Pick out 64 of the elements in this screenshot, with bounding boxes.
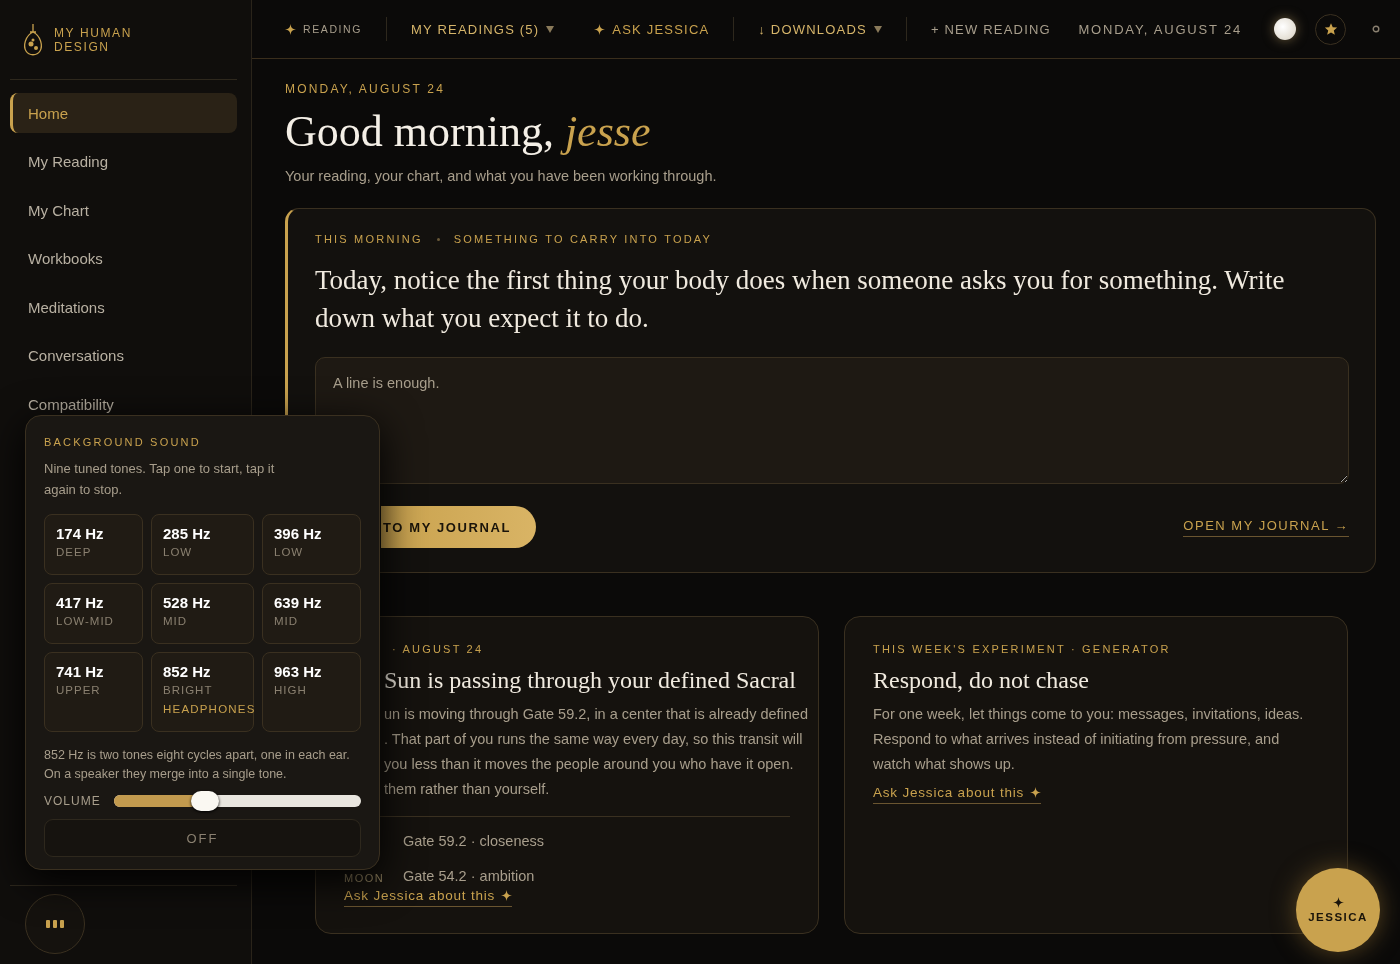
card-eyebrow: · AUGUST 24 <box>392 643 484 655</box>
tone-button[interactable]: 528 Hz MID <box>151 583 254 644</box>
sidebar-item[interactable]: Conversations <box>10 335 237 376</box>
nav-link[interactable]: ASK JESSICA <box>594 21 710 37</box>
panel-description: Nine tuned tones. Tap one to start, tap it again to stop. <box>44 460 276 499</box>
tone-button[interactable]: 417 Hz LOW-MID <box>44 583 143 644</box>
off-button[interactable]: OFF <box>44 819 361 857</box>
tone-note: 852 Hz is two tones eight cycles apart, one in each ear. On a speaker they merge into a single tone. <box>44 747 351 783</box>
top-date: MONDAY, AUGUST 24 <box>1078 21 1242 37</box>
prompt-text: Today, notice the first thing your body does when someone asks you for something. Write down what you expect it to do. <box>315 264 1286 335</box>
tone-button[interactable]: 174 Hz DEEP <box>44 514 143 575</box>
card-text: For one week, let things come to you: messages, invitations, ideas. Respond to what arrives instead of initiating from pressure, and watch what shows up. <box>873 705 1305 774</box>
sparkle-icon <box>285 23 296 35</box>
greeting-heading: Good morning, jesse <box>285 106 652 158</box>
sparkle-icon <box>1332 897 1344 908</box>
card-eyebrow: THIS MORNING <box>315 233 423 245</box>
menu-link[interactable]: MY READINGS (5) <box>411 21 555 37</box>
panel-title: BACKGROUND SOUND <box>44 436 202 448</box>
card-text: them rather than yourself. <box>384 780 550 799</box>
menu-link[interactable]: ↓ DOWNLOADS <box>758 21 882 37</box>
bars-icon <box>46 920 64 928</box>
volume-label: VOLUME <box>44 794 101 808</box>
sidebar-item[interactable]: Home <box>10 93 237 133</box>
ask-link[interactable]: Ask Jessica about this <box>344 888 513 907</box>
tone-button[interactable]: 741 Hz UPPER <box>44 652 143 732</box>
card-title: Respond, do not chase <box>873 667 1089 694</box>
gate-text: Gate 54.2 · ambition <box>403 868 535 884</box>
card-eyebrow: THIS WEEK'S EXPERIMENT · GENERATOR <box>873 643 1171 655</box>
jessica-button[interactable]: JESSICA <box>1296 868 1380 952</box>
gate-text: Gate 59.2 · closeness <box>403 833 545 850</box>
slider-thumb[interactable] <box>191 791 220 811</box>
caret-icon <box>873 25 882 33</box>
save-button[interactable]: TO MY JOURNAL <box>381 506 536 548</box>
sidebar-item[interactable]: Workbooks <box>10 238 237 279</box>
nav-link[interactable]: + NEW READING <box>930 21 1051 37</box>
tone-button[interactable]: 852 Hz BRIGHT HEADPHONES <box>151 652 254 732</box>
sidebar-item[interactable]: Meditations <box>10 287 237 327</box>
card-title: Sun is passing through your defined Sacral <box>384 667 796 694</box>
sidebar-item[interactable]: My Reading <box>10 141 237 182</box>
sparkle-icon <box>1030 787 1042 798</box>
card-eyebrow: SOMETHING TO CARRY INTO TODAY <box>453 233 713 245</box>
journal-field[interactable]: A line is enough. <box>315 357 1349 484</box>
sparkle-icon <box>501 890 513 901</box>
tone-button[interactable]: 396 Hz LOW <box>262 514 361 575</box>
card-text: . That part of you runs the same way every day, so this transit will <box>384 730 803 749</box>
moon-icon[interactable] <box>1274 18 1296 40</box>
star-icon <box>1323 22 1338 36</box>
date-label: MONDAY, AUGUST 24 <box>285 82 447 96</box>
card-text: you less than it moves the people around you who have it open. <box>384 755 794 774</box>
sidebar-item[interactable]: My Chart <box>10 190 237 230</box>
card-text: un is moving through Gate 59.2, in a center that is already defined <box>384 705 808 724</box>
settings-icon[interactable] <box>1372 25 1380 33</box>
tone-button[interactable]: 639 Hz MID <box>262 583 361 644</box>
brand-name: MY HUMAN DESIGN <box>54 25 133 54</box>
reading-label: READING <box>285 23 363 35</box>
caret-icon <box>546 25 555 33</box>
ask-link[interactable]: Ask Jessica about this <box>873 785 1042 804</box>
journal-link[interactable]: OPEN MY JOURNAL → <box>1183 517 1349 537</box>
greeting-subtitle: Your reading, your chart, and what you have been working through. <box>285 168 718 184</box>
tone-button[interactable]: 285 Hz LOW <box>151 514 254 575</box>
sparkle-icon <box>594 23 606 35</box>
tone-button[interactable]: 963 Hz HIGH <box>262 652 361 732</box>
planet-label: MOON <box>344 872 386 884</box>
logo-icon <box>22 21 44 58</box>
